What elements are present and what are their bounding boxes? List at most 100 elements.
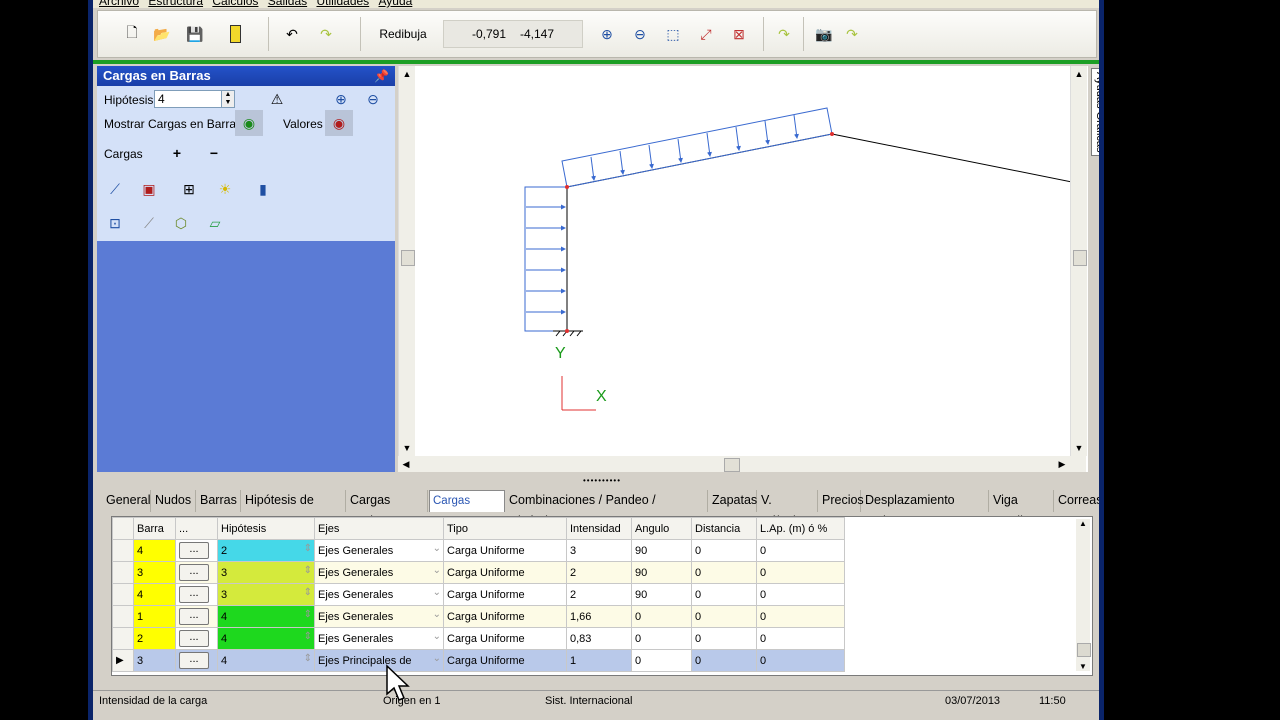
hipotesis-spin-icon[interactable]: ⇕ <box>304 631 312 642</box>
menu-calculos[interactable]: Cálculos <box>212 0 258 8</box>
cell-distancia[interactable]: 0 <box>691 605 757 628</box>
book-icon[interactable] <box>221 20 249 48</box>
row-dots-button[interactable]: ... <box>179 608 209 625</box>
cell-dots-button[interactable]: ... <box>175 561 218 584</box>
cell-distancia[interactable]: 0 <box>691 649 757 672</box>
cell-barra[interactable]: 3 <box>133 649 176 672</box>
cell-lap[interactable]: 0 <box>756 539 845 562</box>
tab-desplazamiento[interactable]: Desplazamiento nudos <box>862 490 989 528</box>
header-hipotesis[interactable]: Hipótesis <box>217 517 315 540</box>
ejes-dropdown-icon[interactable]: ⌄ <box>433 543 441 554</box>
cell-hipotesis[interactable]: 3 ⇕ <box>217 583 315 606</box>
row-dots-button[interactable]: ... <box>179 652 209 669</box>
refresh-arrow-icon[interactable]: ↷ <box>770 20 798 48</box>
ejes-dropdown-icon[interactable]: ⌄ <box>433 565 441 576</box>
mostrar-cargas-toggle-icon[interactable]: ◉ <box>235 110 263 136</box>
cell-ejes[interactable]: Ejes Generales ⌄ <box>314 627 444 650</box>
cell-hipotesis[interactable]: 4 ⇕ <box>217 605 315 628</box>
cell-tipo[interactable]: Carga Uniforme <box>443 605 567 628</box>
structure-canvas[interactable]: ▲ ▼ ▲ ▼ ◀ ▶ Y X <box>398 66 1088 472</box>
open-folder-icon[interactable]: 📂 <box>148 20 176 48</box>
header-barra[interactable]: Barra <box>133 517 176 540</box>
hipotesis-spin-icon[interactable]: ⇕ <box>304 543 312 554</box>
tab-v-calculo[interactable]: V. Cálculo <box>758 490 818 528</box>
cell-angulo[interactable]: 0 <box>631 649 692 672</box>
tab-precios[interactable]: Precios <box>819 490 864 512</box>
header-dots[interactable]: ... <box>175 517 218 540</box>
header-angulo[interactable]: Angulo <box>631 517 692 540</box>
zoom-out-icon[interactable]: ⊖ <box>626 20 654 48</box>
scroll-right-arrow-icon[interactable]: ▶ <box>1054 456 1070 472</box>
menu-archivo[interactable]: Archivo <box>99 0 139 8</box>
cell-hipotesis[interactable]: 4 ⇕ <box>217 627 315 650</box>
table-row[interactable]: 1... 4 ⇕ Ejes Generales ⌄ Carga Uniforme 1,66 0… <box>112 605 845 628</box>
cell-distancia[interactable]: 0 <box>691 627 757 650</box>
cell-barra[interactable]: 4 <box>133 583 176 606</box>
canvas-h-scrollbar[interactable]: ◀ ▶ <box>398 456 1086 472</box>
hipotesis-spin-icon[interactable]: ⇕ <box>304 609 312 620</box>
tab-cargas-barras[interactable]: Cargas Barras <box>429 490 505 528</box>
tab-nudos[interactable]: Nudos <box>152 490 196 512</box>
cell-angulo[interactable]: 90 <box>631 539 692 562</box>
cube-icon[interactable]: ⬡ <box>167 210 195 236</box>
canvas-right-scrollbar[interactable]: ▲ ▼ <box>1070 66 1087 456</box>
tab-correas[interactable]: Correas <box>1055 490 1099 512</box>
ejes-dropdown-icon[interactable]: ⌄ <box>433 631 441 642</box>
scroll-thumb[interactable] <box>1073 250 1087 266</box>
table-row[interactable]: 4... 3 ⇕ Ejes Generales ⌄ Carga Uniforme 2 90 0 0 <box>112 583 845 606</box>
tab-zapatas[interactable]: Zapatas <box>709 490 757 512</box>
cell-dots-button[interactable]: ... <box>175 539 218 562</box>
ejes-dropdown-icon[interactable]: ⌄ <box>433 609 441 620</box>
cell-tipo[interactable]: Carga Uniforme <box>443 583 567 606</box>
redibuja-button[interactable]: Redibuja <box>370 20 436 48</box>
cell-tipo[interactable]: Carga Uniforme <box>443 649 567 672</box>
row-dots-button[interactable]: ... <box>179 542 209 559</box>
header-lap[interactable]: L.Ap. (m) ó % <box>756 517 845 540</box>
cell-barra[interactable]: 3 <box>133 561 176 584</box>
camera-icon[interactable]: 📷 <box>810 20 838 48</box>
cell-angulo[interactable]: 90 <box>631 561 692 584</box>
pin-icon[interactable]: 📌 <box>374 69 389 83</box>
row-dots-button[interactable]: ... <box>179 564 209 581</box>
table-row[interactable]: ▶ 3... 4 ⇕ Ejes Principales de ⌄ Carga Uniform… <box>112 649 845 672</box>
bar-chart-icon[interactable]: ▮ <box>249 176 277 202</box>
tab-combinaciones[interactable]: Combinaciones / Pandeo / Dinámico <box>506 490 708 528</box>
tab-general[interactable]: General <box>103 490 151 512</box>
cell-hipotesis[interactable]: 2 ⇕ <box>217 539 315 562</box>
cell-ejes[interactable]: Ejes Generales ⌄ <box>314 583 444 606</box>
cell-dots-button[interactable]: ... <box>175 605 218 628</box>
cell-intensidad[interactable]: 3 <box>566 539 632 562</box>
menu-utilidades[interactable]: Utilidades <box>316 0 369 8</box>
cell-lap[interactable]: 0 <box>756 605 845 628</box>
tab-barras[interactable]: Barras <box>197 490 241 512</box>
tab-viga-carril[interactable]: Viga Carril <box>990 490 1054 528</box>
add-carga-button[interactable]: + <box>163 140 191 166</box>
table-row[interactable]: 3... 3 ⇕ Ejes Generales ⌄ Carga Uniforme 2 90 0 0 <box>112 561 845 584</box>
panel-zoom-in-icon[interactable]: ⊕ <box>327 86 355 112</box>
zoom-in-icon[interactable]: ⊕ <box>593 20 621 48</box>
ejes-dropdown-icon[interactable]: ⌄ <box>433 587 441 598</box>
table-row[interactable]: 4... 2 ⇕ Ejes Generales ⌄ Carga Uniforme 3 90 0 0 <box>112 539 845 562</box>
table-row[interactable]: 2... 4 ⇕ Ejes Generales ⌄ Carga Uniforme 0,83 0… <box>112 627 845 650</box>
menu-estructura[interactable]: Estructura <box>148 0 203 8</box>
cell-ejes[interactable]: Ejes Generales ⌄ <box>314 605 444 628</box>
header-distancia[interactable]: Distancia <box>691 517 757 540</box>
zoom-extents-icon[interactable]: ⤢ <box>692 20 720 48</box>
cell-lap[interactable]: 0 <box>756 583 845 606</box>
hipotesis-spin-icon[interactable]: ⇕ <box>304 565 312 576</box>
header-ejes[interactable]: Ejes <box>314 517 444 540</box>
cell-intensidad[interactable]: 1,66 <box>566 605 632 628</box>
menu-salidas[interactable]: Salidas <box>268 0 307 8</box>
tab-cargas-nudos[interactable]: Cargas Nudos <box>347 490 428 528</box>
cell-angulo[interactable]: 0 <box>631 605 692 628</box>
cell-dots-button[interactable]: ... <box>175 627 218 650</box>
bar-select-icon[interactable]: ⟋ <box>135 210 163 236</box>
camera-redo-icon[interactable]: ↷ <box>838 20 866 48</box>
ejes-dropdown-icon[interactable]: ⌄ <box>433 653 441 664</box>
header-tipo[interactable]: Tipo <box>443 517 567 540</box>
grid-scroll-thumb[interactable] <box>1077 643 1091 657</box>
ayudas-graficas-tab[interactable]: Ayudas Gráficas <box>1091 68 1099 156</box>
node-select-icon[interactable]: ⊡ <box>101 210 129 236</box>
cell-dots-button[interactable]: ... <box>175 583 218 606</box>
grid-scroll-up-icon[interactable]: ▲ <box>1076 519 1090 528</box>
